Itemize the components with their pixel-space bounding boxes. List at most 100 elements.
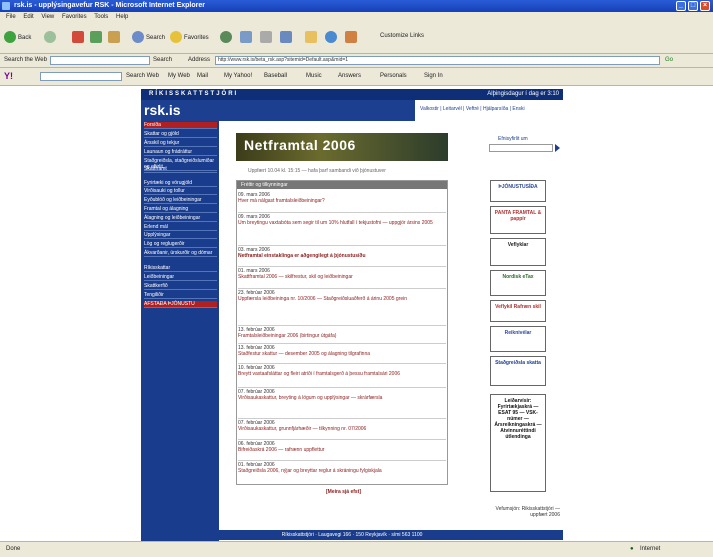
promo-banner[interactable]: Veflyklar <box>490 238 546 266</box>
sidebar-item[interactable]: Leiðbeiningar <box>144 274 217 281</box>
promo-banner[interactable]: Reiknivélar <box>490 326 546 352</box>
menu-help[interactable]: Help <box>116 14 128 20</box>
news-item[interactable]: 13. febrúar 2006 Staðfestur skattur — des… <box>238 345 446 357</box>
promo-banner[interactable]: Leiðarvísir: Fyrirtækjaskrá — ESAT 95 — … <box>490 394 546 492</box>
news-title-link[interactable]: Um breytingu vaxtabóta sem segir til um … <box>238 220 446 226</box>
forward-button[interactable] <box>44 29 58 47</box>
sidebar-item[interactable]: Fyrirtæki og vörugjöld <box>144 180 217 187</box>
news-title-link[interactable]: Framtalsleiðbeiningar 2006 (birtingur út… <box>238 333 446 339</box>
news-title-link[interactable]: Skattframtal 2006 — skilfrestur, skil og… <box>238 274 446 280</box>
promo-banner[interactable]: Staðgreiðsla skatta <box>490 356 546 386</box>
news-item[interactable]: 23. febrúar 2006 Uppfærsla leiðbeininga n… <box>238 290 446 302</box>
news-title-link[interactable]: Virðisaukaskattur, grunnfjárhæðir — tilk… <box>238 426 446 432</box>
yahoo-sign-in[interactable]: Sign In <box>424 68 443 85</box>
search-web-label: Search the Web <box>4 57 47 63</box>
edit-button[interactable] <box>280 29 294 47</box>
customize-links-button[interactable]: Customize Links <box>380 32 440 50</box>
maximize-button[interactable]: □ <box>688 1 698 11</box>
messenger-button[interactable] <box>325 29 339 47</box>
news-title-link[interactable]: Staðfestur skattur — desember 2005 og ál… <box>238 351 446 357</box>
print-button[interactable] <box>260 29 274 47</box>
yahoo-search-web-button[interactable]: Search Web <box>126 68 159 85</box>
yahoo-my-yahoo[interactable]: My Yahoo! <box>224 68 252 85</box>
news-item[interactable]: 03. mars 2006 Netframtal einstaklinga er … <box>238 247 446 259</box>
news-item[interactable]: 09. mars 2006 Hver má nálgast framtalslei… <box>238 192 446 204</box>
yahoo-logo-icon[interactable]: Y! <box>4 68 13 85</box>
promo-banner[interactable]: Nordisk eTax <box>490 270 546 296</box>
search-go-arrow-icon[interactable] <box>555 144 560 152</box>
site-logo[interactable]: rsk.is <box>144 100 214 120</box>
search-web-input[interactable] <box>50 56 150 65</box>
site-header-strip: RÍKISSKATTSTJÓRI Alþingisdagur í dag er … <box>141 89 563 100</box>
sidebar-item[interactable]: Ákvarðanir, úrskurðir og dómar <box>144 250 217 257</box>
news-item[interactable]: 01. mars 2006 Skattframtal 2006 — skilfre… <box>238 268 446 280</box>
close-button[interactable]: × <box>700 1 710 11</box>
menu-tools[interactable]: Tools <box>94 14 108 20</box>
news-title-link[interactable]: Uppfærsla leiðbeininga nr. 10/2006 — Sta… <box>238 296 446 302</box>
yahoo-my-web[interactable]: My Web <box>168 68 190 85</box>
search-button[interactable]: Search <box>132 29 165 47</box>
news-title-link[interactable]: Staðgreiðsla 2006, nýjar og breyttar reg… <box>238 468 446 474</box>
sidebar-item[interactable]: Lög og reglugerðir <box>144 241 217 248</box>
yahoo-search-input[interactable] <box>40 72 122 81</box>
news-title-link[interactable]: Virðisaukaskattur, breyting á lögum og u… <box>238 395 446 401</box>
search-web-button[interactable]: Search <box>153 54 172 67</box>
menu-view[interactable]: View <box>41 14 54 20</box>
menu-file[interactable]: File <box>6 14 16 20</box>
news-divider <box>238 266 446 267</box>
news-item[interactable]: 09. mars 2006 Um breytingu vaxtabóta sem … <box>238 214 446 226</box>
folder-button[interactable] <box>305 29 319 47</box>
sidebar-item[interactable]: AFSTAÐA ÞJÓNUSTU <box>144 301 217 308</box>
go-button[interactable]: Go <box>665 54 673 67</box>
back-button[interactable]: Back <box>4 29 31 47</box>
sidebar-item[interactable]: Framtal og álagning <box>144 206 217 213</box>
news-title-link[interactable]: Hver má nálgast framtalsleiðbeiningar? <box>238 198 446 204</box>
yahoo-baseball[interactable]: Baseball <box>264 68 287 85</box>
status-bar: Done ● Internet <box>0 541 713 557</box>
sidebar-item[interactable]: Upplýsingar <box>144 232 217 239</box>
address-input[interactable]: http://www.rsk.is/beta_rsk.asp?sitemid=D… <box>215 56 660 65</box>
sidebar-item[interactable]: Skattar og gjöld <box>144 131 217 138</box>
news-item[interactable]: 07. febrúar 2006 Virðisaukaskattur, grunn… <box>238 420 446 432</box>
sidebar-item[interactable]: Launaun og frádráttur <box>144 149 217 156</box>
sidebar-item[interactable]: Eyðublöð og leiðbeiningar <box>144 197 217 204</box>
sidebar-item[interactable]: Álagning og leiðbeiningar <box>144 215 217 222</box>
news-divider <box>238 387 446 388</box>
home-button[interactable] <box>108 29 122 47</box>
sidebar-item[interactable]: Virðisauki og tollur <box>144 188 217 195</box>
history-button[interactable] <box>220 29 234 47</box>
news-title-link[interactable]: Netframtal einstaklinga er aðgengilegt á… <box>238 253 446 259</box>
favorites-button[interactable]: Favorites <box>170 29 209 47</box>
sidebar-item[interactable]: Ársskil og tekjur <box>144 140 217 147</box>
yahoo-music[interactable]: Music <box>306 68 322 85</box>
site-search-select[interactable] <box>489 144 553 152</box>
news-title-link[interactable]: Breytt vaxtaafsláttar og fleiri atriði í… <box>238 371 446 377</box>
stop-button[interactable] <box>72 29 86 47</box>
site-top-links[interactable]: Valkostir | Leitarvél | Veftré | Hjálpar… <box>420 106 525 112</box>
yahoo-mail[interactable]: Mail <box>197 68 208 85</box>
sidebar-item[interactable]: Skattframt <box>144 166 217 173</box>
news-item[interactable]: 06. febrúar 2006 Bifreiðaskrá 2006 — rafr… <box>238 441 446 453</box>
news-title-link[interactable]: Bifreiðaskrá 2006 — rafrænn uppflettur <box>238 447 446 453</box>
menu-edit[interactable]: Edit <box>23 14 33 20</box>
minimize-button[interactable]: _ <box>676 1 686 11</box>
sidebar-item[interactable]: Ríkisskattar <box>144 265 217 272</box>
news-item[interactable]: 07. febrúar 2006 Virðisaukaskattur, breyt… <box>238 389 446 401</box>
sidebar-item[interactable]: Tengiliðir <box>144 292 217 299</box>
more-news-link[interactable]: [Meira sjá efst] <box>326 489 361 495</box>
mail-button[interactable] <box>240 29 254 47</box>
promo-banner[interactable]: PANTA FRAMTAL & pappír <box>490 206 546 234</box>
news-item[interactable]: 01. febrúar 2006 Staðgreiðsla 2006, nýjar… <box>238 462 446 474</box>
promo-banner[interactable]: ÞJÓNUSTUSÍÐA <box>490 180 546 202</box>
sidebar-item[interactable]: Skattkerfið <box>144 283 217 290</box>
yahoo-personals[interactable]: Personals <box>380 68 407 85</box>
promo-banner[interactable]: Veflykil Rafræn skil <box>490 300 546 322</box>
yahoo-answers[interactable]: Answers <box>338 68 361 85</box>
refresh-button[interactable] <box>90 29 104 47</box>
news-item[interactable]: 10. febrúar 2006 Breytt vaxtaafsláttar og… <box>238 365 446 377</box>
sidebar-item[interactable]: Forsíða <box>144 122 217 129</box>
menu-favorites[interactable]: Favorites <box>62 14 87 20</box>
research-button[interactable] <box>345 29 359 47</box>
news-item[interactable]: 13. febrúar 2006 Framtalsleiðbeiningar 20… <box>238 327 446 339</box>
sidebar-item[interactable]: Erlend mál <box>144 224 217 231</box>
